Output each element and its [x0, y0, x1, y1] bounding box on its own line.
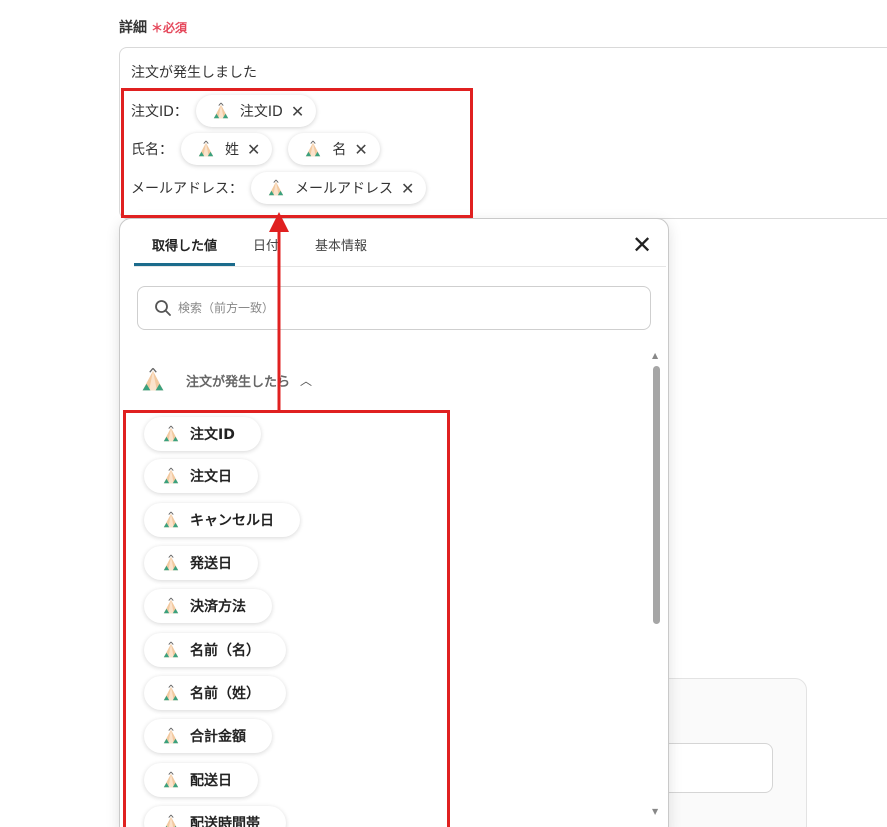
- tent-icon: [162, 511, 180, 529]
- list-item[interactable]: 名前（名）: [144, 633, 286, 667]
- list-item-label: 名前（名）: [190, 643, 260, 659]
- scroll-up-arrow[interactable]: ▲: [652, 351, 658, 360]
- group-header-order-trigger[interactable]: 注文が発生したら ︿: [140, 362, 312, 398]
- active-tab-indicator: [134, 263, 235, 266]
- list-item-label: 注文日: [190, 469, 232, 485]
- chip-label: 注文ID: [239, 104, 283, 120]
- list-item-label: 決済方法: [190, 599, 246, 615]
- close-icon[interactable]: ✕: [628, 231, 656, 259]
- template-row-label: メールアドレス：: [131, 181, 243, 197]
- tent-icon: [162, 597, 180, 615]
- chip-remove-icon[interactable]: ✕: [401, 179, 414, 198]
- template-first-line: 注文が発生しました: [131, 65, 257, 81]
- chip-remove-icon[interactable]: ✕: [247, 140, 260, 159]
- tent-icon: [140, 367, 166, 393]
- chip-label: 名: [332, 142, 347, 158]
- list-item[interactable]: 注文ID: [144, 417, 261, 451]
- list-item-label: 配送時間帯: [190, 816, 260, 827]
- template-row-label: 注文ID：: [131, 104, 188, 120]
- tent-icon: [267, 179, 285, 197]
- list-item-label: キャンセル日: [190, 513, 274, 529]
- chip-remove-icon[interactable]: ✕: [291, 102, 304, 121]
- search-field[interactable]: [137, 286, 651, 330]
- tent-icon: [162, 641, 180, 659]
- tab-basic-info[interactable]: 基本情報: [315, 235, 367, 254]
- template-row-label: 氏名：: [131, 142, 173, 158]
- tent-icon: [212, 102, 230, 120]
- list-item[interactable]: 配送日: [144, 763, 258, 797]
- list-item[interactable]: 配送時間帯: [144, 806, 286, 827]
- tab-date[interactable]: 日付: [253, 235, 279, 254]
- list-item[interactable]: 合計金額: [144, 719, 272, 753]
- required-badge: ＊必須: [151, 21, 188, 35]
- search-icon: [155, 300, 171, 316]
- variable-chip-last-name[interactable]: 姓 ✕: [181, 133, 273, 165]
- variable-chip-order-id[interactable]: 注文ID ✕: [195, 95, 317, 127]
- variable-chip-email[interactable]: メールアドレス ✕: [251, 172, 427, 204]
- list-item-label: 注文ID: [190, 427, 235, 443]
- list-item-label: 名前（姓）: [190, 686, 260, 702]
- scroll-down-arrow[interactable]: ▼: [652, 807, 658, 816]
- search-input[interactable]: [178, 301, 598, 315]
- chevron-up-icon[interactable]: ︿: [300, 372, 312, 389]
- tent-icon: [197, 140, 215, 158]
- list-item[interactable]: 注文日: [144, 459, 258, 493]
- variable-picker-popup: 取得した値 日付 基本情報 ✕ 注文が発生したら ︿ 注文ID 注文日 キャンセ…: [119, 218, 669, 827]
- tent-icon: [162, 425, 180, 443]
- template-row-order-id: 注文ID： 注文ID ✕: [131, 94, 332, 128]
- list-item[interactable]: キャンセル日: [144, 503, 300, 537]
- tent-icon: [162, 814, 180, 827]
- template-row-email: メールアドレス： メールアドレス ✕: [131, 171, 442, 205]
- field-label-text: 詳細: [119, 20, 147, 36]
- list-item[interactable]: 決済方法: [144, 589, 272, 623]
- popup-tabs: 取得した値 日付 基本情報: [134, 219, 666, 267]
- tent-icon: [162, 554, 180, 572]
- variable-chip-first-name[interactable]: 名 ✕: [288, 133, 380, 165]
- list-item[interactable]: 発送日: [144, 546, 258, 580]
- tent-icon: [162, 771, 180, 789]
- scrollbar-thumb[interactable]: [653, 366, 660, 624]
- tent-icon: [162, 467, 180, 485]
- list-item-label: 合計金額: [190, 729, 246, 745]
- chip-label: 姓: [225, 142, 239, 158]
- list-item[interactable]: 名前（姓）: [144, 676, 286, 710]
- list-item-label: 配送日: [190, 773, 232, 789]
- tent-icon: [162, 727, 180, 745]
- chip-label: メールアドレス: [295, 181, 393, 197]
- field-label: 詳細 ＊必須: [119, 17, 187, 37]
- tent-icon: [304, 140, 322, 158]
- tent-icon: [162, 684, 180, 702]
- group-label: 注文が発生したら: [186, 374, 291, 390]
- template-row-name: 氏名： 姓 ✕ 名 ✕: [131, 132, 396, 166]
- tab-acquired-values[interactable]: 取得した値: [152, 235, 217, 254]
- list-item-label: 発送日: [190, 556, 232, 572]
- chip-remove-icon[interactable]: ✕: [354, 140, 367, 159]
